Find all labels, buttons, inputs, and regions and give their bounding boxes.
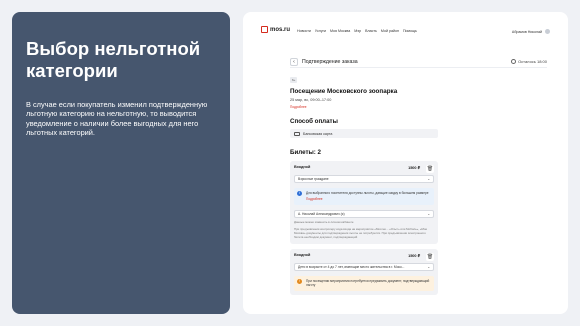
trash-icon: 🗑 [426,253,434,260]
logo-icon [261,26,268,33]
category-value: Взрослые граждане [298,177,329,181]
delete-ticket-button[interactable]: 🗑 [426,165,434,173]
clock-icon [511,59,517,64]
avatar [545,29,550,34]
slide-description: В случае если покупатель изменил подтвер… [26,100,208,137]
chevron-down-icon: ⌄ [427,177,430,181]
nav-item[interactable]: Помощь [403,29,417,33]
user-name: Абрамов Николай [511,29,542,34]
card-icon [294,131,300,136]
order-header: ‹ Подтверждение заказа Осталось 18:00 [290,56,547,68]
event-date: 25 мар, вс, 09:00–17:00 [290,98,332,102]
timer-text: Осталось 18:00 [518,59,547,64]
nav-item[interactable]: Моя Москва [330,29,350,33]
age-badge: 6+ [290,77,298,83]
notice-text: Для выбранного посетителя доступны льгот… [306,191,429,195]
order-content: ‹ Подтверждение заказа Осталось 18:00 6+… [290,56,547,314]
ticket-price: 1500 ₽ [408,253,420,258]
info-icon: i [297,191,302,196]
ticket-price: 1500 ₽ [408,166,420,170]
chevron-down-icon: ⌄ [427,212,430,217]
payment-method-label: Банковская карта [303,131,333,136]
visitor-select[interactable]: А. Николай Александрович (я) ⌄ [294,210,434,219]
ticket-type: Входной [294,165,311,169]
main-nav: Новости Услуги Моя Москва Мэр Власть Мой… [297,29,417,33]
nav-item[interactable]: Услуги [315,29,326,33]
delete-ticket-button[interactable]: 🗑 [426,252,434,261]
ticket-row: Входной 1500 ₽ [294,165,434,170]
document-hint: При предъявлении контролеру кода входа н… [294,227,428,239]
slide-title: Выбор нельготной категории [26,38,201,81]
tickets-title: Билеты: 2 [290,149,321,156]
ticket-card: Входной 1500 ₽ 🗑 Дети в возрасте от 4 до… [290,248,438,295]
chevron-down-icon: ⌄ [427,264,430,269]
logo-text: mos.ru [270,26,291,33]
nav-item[interactable]: Мой район [381,29,399,33]
ticket-row: Входной 1500 ₽ [294,253,434,258]
benefit-notice: i Для выбранного посетителя доступны льг… [294,188,434,206]
category-select[interactable]: Дети в возрасте от 4 до 7 лет, имеющие м… [294,262,434,271]
document-warning: ! При посещении мероприятия потребуется … [294,275,434,291]
page-title: Подтверждение заказа [302,58,358,65]
category-select[interactable]: Взрослые граждане ⌄ [294,175,434,183]
trash-icon: 🗑 [426,166,434,172]
back-button[interactable]: ‹ [290,57,298,66]
category-value: Дети в возрасте от 4 до 7 лет, имеющие м… [298,264,405,269]
info-panel: Выбор нельготной категории В случае если… [12,12,230,314]
visitor-hint: Данные можно изменить в личном кабинете [294,220,354,225]
payment-title: Способ оплаты [290,118,338,125]
site-header: mos.ru Новости Услуги Моя Москва Мэр Вла… [243,12,568,48]
back-arrow-icon: ‹ [293,58,295,65]
user-menu[interactable]: Абрамов Николай [512,29,550,34]
timer: Осталось 18:00 [511,59,547,64]
event-title: Посещение Московского зоопарка [290,88,398,95]
ticket-type: Входной [294,252,311,257]
notice-more-link[interactable]: Подробнее [306,197,431,201]
nav-item[interactable]: Власть [365,29,377,33]
nav-item[interactable]: Мэр [354,29,361,33]
warning-icon: ! [297,278,302,284]
nav-item[interactable]: Новости [297,29,311,33]
ticket-card: Входной 1500 ₽ 🗑 Взрослые граждане ⌄ i Д… [290,161,438,244]
warning-text: При посещении мероприятия потребуется пр… [306,278,430,287]
screenshot-frame: mos.ru Новости Услуги Моя Москва Мэр Вла… [243,12,568,314]
payment-method-option[interactable]: Банковская карта [290,129,438,138]
visitor-value: А. Николай Александрович (я) [298,212,345,217]
site-logo[interactable]: mos.ru [261,26,290,33]
more-link[interactable]: Подробнее [290,105,547,109]
